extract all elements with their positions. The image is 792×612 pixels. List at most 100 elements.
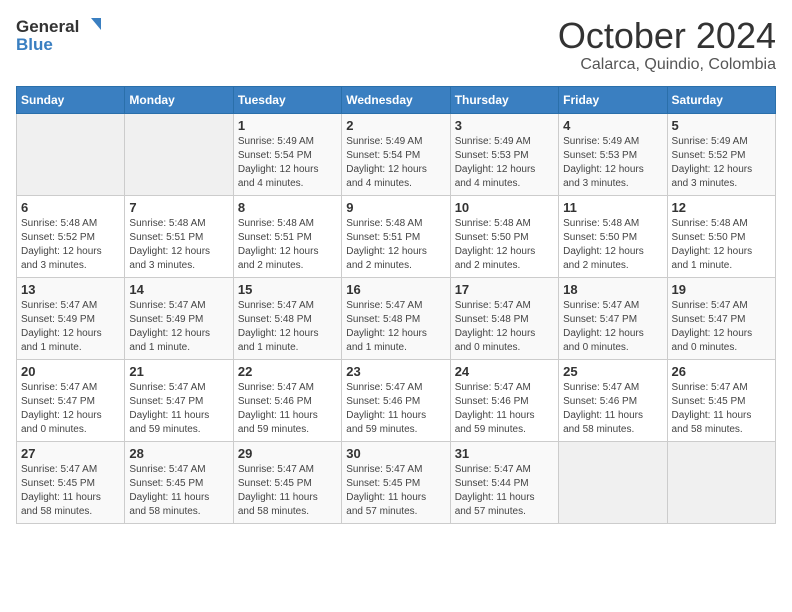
calendar-cell: 30 Sunrise: 5:47 AM Sunset: 5:45 PM Dayli… [342,441,450,523]
day-number: 27 [21,446,120,461]
day-number: 28 [129,446,228,461]
day-info: Sunrise: 5:47 AM Sunset: 5:48 PM Dayligh… [346,299,445,355]
weekday-header-thursday: Thursday [450,86,558,113]
day-info: Sunrise: 5:47 AM Sunset: 5:45 PM Dayligh… [346,463,445,519]
day-number: 20 [21,364,120,379]
location-title: Calarca, Quindio, Colombia [558,56,776,74]
calendar-cell: 23 Sunrise: 5:47 AM Sunset: 5:46 PM Dayli… [342,359,450,441]
day-number: 12 [672,200,771,215]
calendar-cell: 1 Sunrise: 5:49 AM Sunset: 5:54 PM Daylig… [233,113,341,195]
calendar-cell: 19 Sunrise: 5:47 AM Sunset: 5:47 PM Dayli… [667,277,775,359]
weekday-header-row: SundayMondayTuesdayWednesdayThursdayFrid… [17,86,776,113]
day-number: 29 [238,446,337,461]
calendar-cell [667,441,775,523]
day-number: 9 [346,200,445,215]
day-number: 6 [21,200,120,215]
day-number: 8 [238,200,337,215]
day-info: Sunrise: 5:47 AM Sunset: 5:49 PM Dayligh… [129,299,228,355]
day-number: 13 [21,282,120,297]
calendar-cell: 20 Sunrise: 5:47 AM Sunset: 5:47 PM Dayli… [17,359,125,441]
calendar-cell: 22Sunrise: 5:47 AM Sunset: 5:46 PM Dayli… [233,359,341,441]
calendar-cell [559,441,667,523]
calendar-cell: 17 Sunrise: 5:47 AM Sunset: 5:48 PM Dayli… [450,277,558,359]
day-number: 15 [238,282,337,297]
week-row-3: 13 Sunrise: 5:47 AM Sunset: 5:49 PM Dayli… [17,277,776,359]
day-info: Sunrise: 5:47 AM Sunset: 5:45 PM Dayligh… [672,381,771,437]
calendar-cell: 10Sunrise: 5:48 AM Sunset: 5:50 PM Dayli… [450,195,558,277]
day-info: Sunrise: 5:47 AM Sunset: 5:49 PM Dayligh… [21,299,120,355]
day-info: Sunrise: 5:47 AM Sunset: 5:46 PM Dayligh… [346,381,445,437]
day-number: 18 [563,282,662,297]
week-row-2: 6 Sunrise: 5:48 AM Sunset: 5:52 PM Daylig… [17,195,776,277]
day-number: 7 [129,200,228,215]
day-info: Sunrise: 5:48 AM Sunset: 5:50 PM Dayligh… [672,217,771,273]
day-info: Sunrise: 5:49 AM Sunset: 5:54 PM Dayligh… [238,135,337,191]
day-number: 4 [563,118,662,133]
day-number: 1 [238,118,337,133]
day-info: Sunrise: 5:48 AM Sunset: 5:50 PM Dayligh… [563,217,662,273]
day-info: Sunrise: 5:47 AM Sunset: 5:47 PM Dayligh… [21,381,120,437]
day-number: 24 [455,364,554,379]
calendar-cell: 9 Sunrise: 5:48 AM Sunset: 5:51 PM Daylig… [342,195,450,277]
day-info: Sunrise: 5:48 AM Sunset: 5:52 PM Dayligh… [21,217,120,273]
calendar-cell: 4Sunrise: 5:49 AM Sunset: 5:53 PM Daylig… [559,113,667,195]
day-info: Sunrise: 5:47 AM Sunset: 5:46 PM Dayligh… [455,381,554,437]
calendar-cell: 8 Sunrise: 5:48 AM Sunset: 5:51 PM Daylig… [233,195,341,277]
weekday-header-monday: Monday [125,86,233,113]
calendar-cell: 2 Sunrise: 5:49 AM Sunset: 5:54 PM Daylig… [342,113,450,195]
day-info: Sunrise: 5:47 AM Sunset: 5:44 PM Dayligh… [455,463,554,519]
week-row-5: 27 Sunrise: 5:47 AM Sunset: 5:45 PM Dayli… [17,441,776,523]
day-number: 3 [455,118,554,133]
title-area: October 2024 Calarca, Quindio, Colombia [558,16,776,74]
day-number: 19 [672,282,771,297]
day-info: Sunrise: 5:48 AM Sunset: 5:50 PM Dayligh… [455,217,554,273]
day-number: 21 [129,364,228,379]
day-number: 2 [346,118,445,133]
weekday-header-saturday: Saturday [667,86,775,113]
calendar-cell: 6 Sunrise: 5:48 AM Sunset: 5:52 PM Daylig… [17,195,125,277]
day-info: Sunrise: 5:48 AM Sunset: 5:51 PM Dayligh… [238,217,337,273]
month-title: October 2024 [558,16,776,56]
day-info: Sunrise: 5:49 AM Sunset: 5:54 PM Dayligh… [346,135,445,191]
calendar-cell: 15 Sunrise: 5:47 AM Sunset: 5:48 PM Dayli… [233,277,341,359]
calendar-cell: 12 Sunrise: 5:48 AM Sunset: 5:50 PM Dayli… [667,195,775,277]
calendar-cell: 13 Sunrise: 5:47 AM Sunset: 5:49 PM Dayli… [17,277,125,359]
logo: General Blue [16,16,103,55]
week-row-1: 1 Sunrise: 5:49 AM Sunset: 5:54 PM Daylig… [17,113,776,195]
weekday-header-friday: Friday [559,86,667,113]
day-info: Sunrise: 5:47 AM Sunset: 5:48 PM Dayligh… [455,299,554,355]
day-number: 5 [672,118,771,133]
calendar-cell: 21 Sunrise: 5:47 AM Sunset: 5:47 PM Dayli… [125,359,233,441]
calendar-cell: 29 Sunrise: 5:47 AM Sunset: 5:45 PM Dayli… [233,441,341,523]
day-info: Sunrise: 5:49 AM Sunset: 5:52 PM Dayligh… [672,135,771,191]
calendar-cell: 25 Sunrise: 5:47 AM Sunset: 5:46 PM Dayli… [559,359,667,441]
day-info: Sunrise: 5:47 AM Sunset: 5:47 PM Dayligh… [129,381,228,437]
day-number: 23 [346,364,445,379]
calendar-cell: 7 Sunrise: 5:48 AM Sunset: 5:51 PM Daylig… [125,195,233,277]
logo-arrow-icon [81,16,103,38]
day-number: 17 [455,282,554,297]
day-number: 30 [346,446,445,461]
day-info: Sunrise: 5:47 AM Sunset: 5:47 PM Dayligh… [563,299,662,355]
header: General Blue October 2024 Calarca, Quind… [16,16,776,74]
logo-general: General [16,18,79,37]
weekday-header-wednesday: Wednesday [342,86,450,113]
day-info: Sunrise: 5:48 AM Sunset: 5:51 PM Dayligh… [129,217,228,273]
calendar-cell: 16Sunrise: 5:47 AM Sunset: 5:48 PM Dayli… [342,277,450,359]
weekday-header-tuesday: Tuesday [233,86,341,113]
day-info: Sunrise: 5:47 AM Sunset: 5:46 PM Dayligh… [563,381,662,437]
day-info: Sunrise: 5:47 AM Sunset: 5:45 PM Dayligh… [238,463,337,519]
day-info: Sunrise: 5:47 AM Sunset: 5:45 PM Dayligh… [129,463,228,519]
day-info: Sunrise: 5:47 AM Sunset: 5:47 PM Dayligh… [672,299,771,355]
week-row-4: 20 Sunrise: 5:47 AM Sunset: 5:47 PM Dayli… [17,359,776,441]
day-number: 14 [129,282,228,297]
calendar-cell: 26Sunrise: 5:47 AM Sunset: 5:45 PM Dayli… [667,359,775,441]
calendar-cell: 27 Sunrise: 5:47 AM Sunset: 5:45 PM Dayli… [17,441,125,523]
day-number: 25 [563,364,662,379]
calendar-cell: 31Sunrise: 5:47 AM Sunset: 5:44 PM Dayli… [450,441,558,523]
day-info: Sunrise: 5:47 AM Sunset: 5:48 PM Dayligh… [238,299,337,355]
day-info: Sunrise: 5:48 AM Sunset: 5:51 PM Dayligh… [346,217,445,273]
day-info: Sunrise: 5:47 AM Sunset: 5:45 PM Dayligh… [21,463,120,519]
calendar-cell [17,113,125,195]
weekday-header-sunday: Sunday [17,86,125,113]
